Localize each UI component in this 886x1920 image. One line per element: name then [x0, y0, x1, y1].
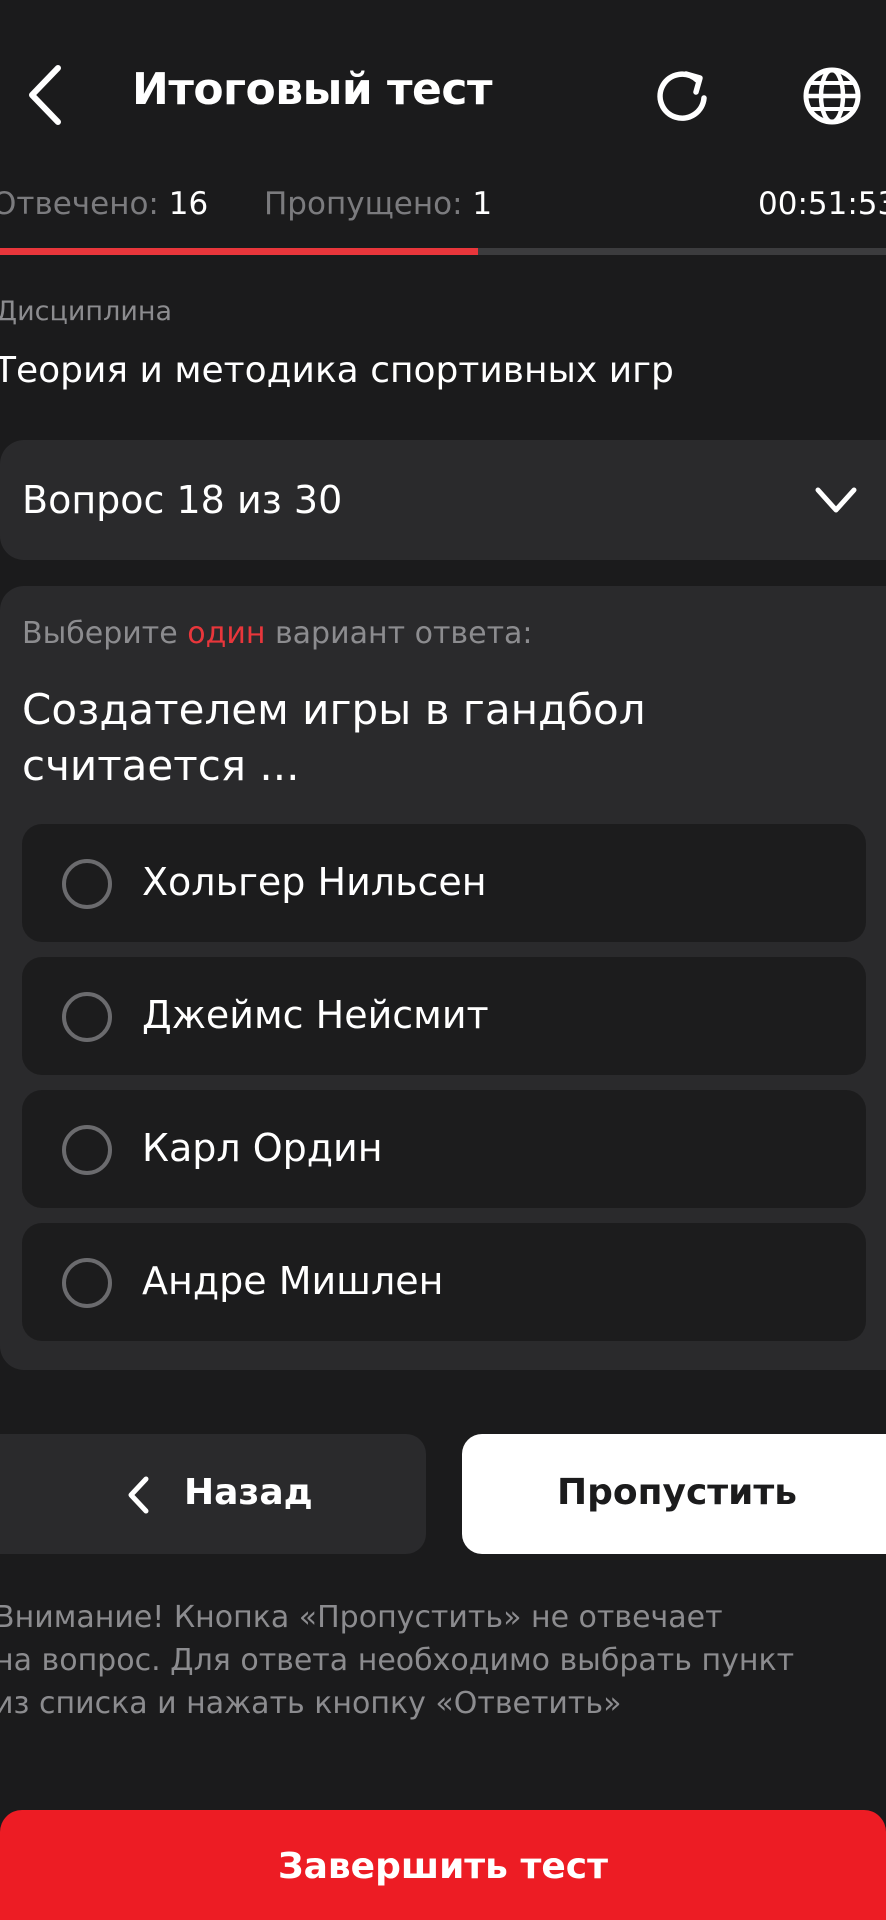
globe-icon — [803, 67, 861, 125]
answer-instruction: Выберите один вариант ответа: — [22, 616, 533, 651]
back-nav-button[interactable]: Назад — [0, 1434, 426, 1554]
progress-bar — [0, 248, 886, 255]
answered-value: 16 — [168, 186, 209, 222]
skipped-value: 1 — [472, 186, 493, 222]
question-selector-label: Вопрос 18 из 30 — [22, 478, 343, 522]
skip-button[interactable]: Пропустить — [462, 1434, 886, 1554]
warning-line: из списка и нажать кнопку «Ответить» — [0, 1686, 622, 1721]
instruction-before: Выберите — [22, 616, 188, 651]
radio-button[interactable] — [62, 992, 112, 1042]
answer-option[interactable]: Джеймс Нейсмит — [22, 957, 866, 1075]
timer: 00:51:53 — [758, 186, 886, 222]
skip-button-label: Пропустить — [556, 1472, 798, 1513]
answer-option-label: Карл Ордин — [142, 1126, 383, 1170]
test-screen: Итоговый тест Отвечено: 16 Пропущено: 1 — [0, 0, 886, 1920]
answer-option[interactable]: Хольгер Нильсен — [22, 824, 866, 942]
finish-test-button[interactable]: Завершить тест — [0, 1810, 886, 1920]
test-stats: Отвечено: 16 Пропущено: 1 00:51:53 — [0, 186, 886, 236]
header: Итоговый тест — [0, 0, 886, 190]
instruction-accent: один — [187, 616, 266, 651]
instruction-after: вариант ответа: — [265, 616, 533, 651]
answered-count: Отвечено: 16 — [0, 186, 208, 222]
chevron-left-icon — [128, 1476, 149, 1514]
warning-line: Внимание! Кнопка «Пропустить» не отвечае… — [0, 1600, 723, 1635]
answer-option-label: Хольгер Нильсен — [142, 860, 487, 904]
skipped-label: Пропущено: — [264, 186, 463, 222]
radio-button[interactable] — [62, 859, 112, 909]
progress-bar-fill — [0, 248, 479, 255]
discipline-label: Дисциплина — [0, 296, 173, 327]
language-button[interactable] — [802, 66, 862, 126]
question-card: Выберите один вариант ответа: Создателем… — [0, 586, 886, 1370]
back-button[interactable] — [22, 60, 72, 130]
question-text: Создателем игры в гандбол считается ... — [22, 685, 646, 790]
refresh-button[interactable] — [652, 64, 716, 128]
answer-option[interactable]: Карл Ордин — [22, 1090, 866, 1208]
skip-warning: Внимание! Кнопка «Пропустить» не отвечае… — [0, 1596, 874, 1725]
page-title: Итоговый тест — [132, 64, 492, 115]
chevron-down-icon — [815, 487, 857, 513]
back-button-label: Назад — [184, 1472, 313, 1513]
warning-line: на вопрос. Для ответа необходимо выбрать… — [0, 1643, 795, 1678]
question-selector[interactable]: Вопрос 18 из 30 — [0, 440, 886, 560]
skipped-count: Пропущено: 1 — [264, 186, 492, 222]
finish-test-label: Завершить тест — [278, 1846, 608, 1887]
refresh-icon — [657, 71, 707, 121]
radio-button[interactable] — [62, 1125, 112, 1175]
answer-option-label: Андре Мишлен — [142, 1259, 444, 1303]
answered-label: Отвечено: — [0, 186, 159, 222]
radio-button[interactable] — [62, 1258, 112, 1308]
answer-option[interactable]: Андре Мишлен — [22, 1223, 866, 1341]
chevron-left-icon — [29, 65, 61, 125]
discipline-name: Теория и методика спортивных игр — [0, 350, 674, 391]
answer-option-label: Джеймс Нейсмит — [142, 993, 489, 1037]
